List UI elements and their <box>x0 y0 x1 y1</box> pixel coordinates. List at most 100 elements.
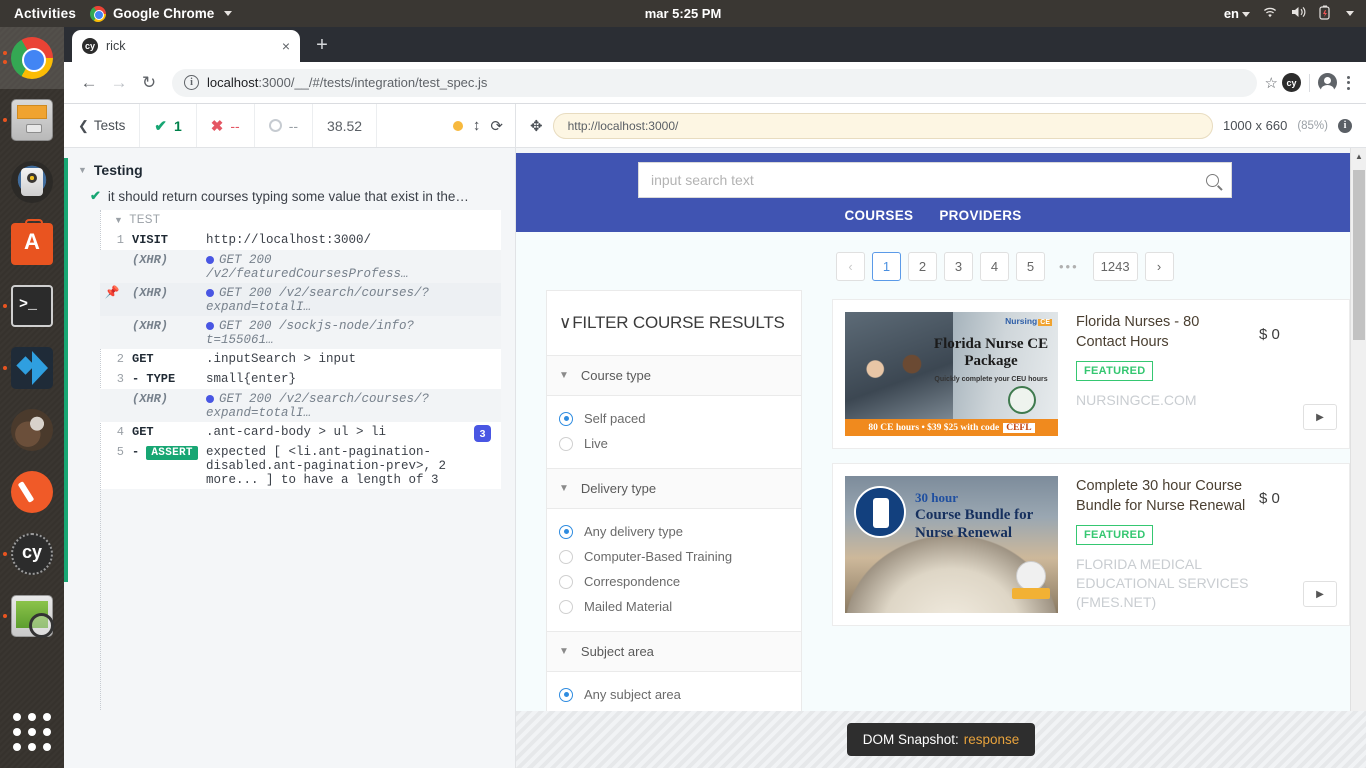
filter-option[interactable]: Any delivery type <box>547 519 801 544</box>
filter-option[interactable]: Any subject area <box>547 682 801 707</box>
rhythmbox-icon <box>11 161 53 203</box>
chevron-down-icon[interactable] <box>1346 11 1354 16</box>
course-go-button[interactable]: ▶ <box>1303 404 1337 430</box>
search-input[interactable]: input search text <box>638 162 1232 198</box>
aut-url-bar[interactable]: http://localhost:3000/ <box>552 112 1213 139</box>
dock-item-otter-browser[interactable] <box>0 399 64 461</box>
command-row[interactable]: 3 - TYPE small{enter} <box>100 369 501 389</box>
stat-duration: 38.52 <box>313 104 378 147</box>
radio-icon[interactable] <box>559 436 573 451</box>
chrome-menu-icon[interactable] <box>1341 75 1356 90</box>
dock-item-visual-studio-code[interactable] <box>0 337 64 399</box>
xhr-dot-icon <box>206 321 214 330</box>
dock-item-terminal[interactable] <box>0 275 64 337</box>
filter-option[interactable]: Mailed Material <box>547 594 801 619</box>
dock-item-google-chrome[interactable] <box>0 27 64 89</box>
course-card[interactable]: 30 hour Course Bundle for Nurse Renewal … <box>832 463 1350 626</box>
radio-icon[interactable] <box>559 549 573 564</box>
filter-option[interactable]: Computer-Based Training <box>547 544 801 569</box>
pagination-page-2[interactable]: 2 <box>908 252 937 281</box>
course-card[interactable]: Nursing CE Florida Nurse CE Package Quick… <box>832 299 1350 449</box>
app-menu-chrome[interactable]: Google Chrome <box>90 5 233 22</box>
command-row-pinned[interactable]: 📌 (XHR) GET 200 /v2/search/courses/?expa… <box>100 283 501 316</box>
battery-icon[interactable] <box>1319 5 1331 23</box>
volume-icon[interactable] <box>1290 5 1307 22</box>
scrollbar-thumb[interactable] <box>1353 170 1365 340</box>
radio-icon[interactable] <box>559 411 573 426</box>
filter-option[interactable]: Self paced <box>547 406 801 431</box>
dock-item-cypress[interactable] <box>0 523 64 585</box>
scroll-up-icon[interactable]: ▲ <box>1351 148 1366 164</box>
command-name: GET <box>132 352 154 366</box>
command-log[interactable]: ▼ Testing ✔ it should return courses typ… <box>64 148 515 768</box>
command-name: (XHR) <box>132 286 169 300</box>
radio-icon[interactable] <box>559 599 573 614</box>
command-result-count-badge: 3 <box>474 425 491 442</box>
resume-icon[interactable]: ↕ <box>473 117 481 134</box>
wifi-icon[interactable] <box>1262 6 1278 22</box>
search-icon[interactable] <box>1206 173 1219 187</box>
screenshot-icon <box>11 595 54 638</box>
nav-tab-providers[interactable]: PROVIDERS <box>939 208 1021 223</box>
filter-group-course-type[interactable]: ▼ Course type <box>547 355 801 396</box>
filter-option[interactable]: Live <box>547 431 801 456</box>
dock-item-files[interactable] <box>0 89 64 151</box>
radio-icon[interactable] <box>559 524 573 539</box>
running-indicator <box>3 60 7 64</box>
command-row[interactable]: (XHR) GET 200 /v2/featuredCoursesProfess… <box>100 250 501 283</box>
restart-tests-icon[interactable]: ⟳ <box>490 117 503 135</box>
filter-option[interactable]: Correspondence <box>547 569 801 594</box>
show-applications-button[interactable] <box>0 704 64 760</box>
pagination-page-3[interactable]: 3 <box>944 252 973 281</box>
dock-item-ubuntu-software[interactable] <box>0 213 64 275</box>
new-tab-button[interactable]: + <box>308 31 336 59</box>
keyboard-layout[interactable]: en <box>1224 6 1250 21</box>
running-indicator <box>3 304 7 308</box>
hook-label[interactable]: ▼ TEST <box>100 210 501 230</box>
info-icon[interactable]: i <box>1338 118 1352 133</box>
command-row-assert[interactable]: 5 - ASSERT expected [ <li.ant-pagination… <box>100 442 501 489</box>
nav-tab-courses[interactable]: COURSES <box>844 208 913 223</box>
pagination-ellipsis[interactable]: ••• <box>1052 252 1086 281</box>
app-main: ∨ FILTER COURSE RESULTS ▼ Course type Se… <box>516 232 1366 720</box>
reporter-footer <box>64 711 516 768</box>
pagination-next[interactable]: › <box>1144 252 1174 281</box>
radio-icon[interactable] <box>559 574 573 589</box>
back-button[interactable]: ← <box>74 68 104 98</box>
filter-group-delivery-type[interactable]: ▼ Delivery type <box>547 468 801 509</box>
command-name: (XHR) <box>132 319 169 333</box>
selector-playground-icon[interactable]: ✥ <box>530 117 543 135</box>
pagination-page-4[interactable]: 4 <box>980 252 1009 281</box>
course-go-button[interactable]: ▶ <box>1303 581 1337 607</box>
cypress-extension-icon[interactable]: cy <box>1282 73 1301 92</box>
avatar[interactable] <box>1318 73 1337 94</box>
filter-panel-title[interactable]: ∨ FILTER COURSE RESULTS <box>547 291 801 355</box>
command-row[interactable]: 2 GET .inputSearch > input <box>100 349 501 369</box>
filter-group-subject-area[interactable]: ▼ Subject area <box>547 631 801 672</box>
vscode-icon <box>11 347 53 389</box>
chrome-icon <box>90 5 107 22</box>
pagination-page-5[interactable]: 5 <box>1016 252 1045 281</box>
pagination-page-1[interactable]: 1 <box>872 252 901 281</box>
pagination-last-page[interactable]: 1243 <box>1092 252 1138 281</box>
command-row[interactable]: (XHR) GET 200 /v2/search/courses/?expand… <box>100 389 501 422</box>
address-bar[interactable]: i localhost:3000/__/#/tests/integration/… <box>172 68 1257 97</box>
dock-item-gimp[interactable] <box>0 461 64 523</box>
back-to-tests-button[interactable]: ❮ Tests <box>64 104 141 147</box>
close-icon[interactable]: × <box>282 39 290 53</box>
site-info-icon[interactable]: i <box>184 75 199 90</box>
command-row[interactable]: 1 VISIT http://localhost:3000/ <box>100 230 501 250</box>
radio-icon[interactable] <box>559 687 573 702</box>
test-title-row[interactable]: ✔ it should return courses typing some v… <box>64 182 515 210</box>
reload-button[interactable]: ↻ <box>134 68 164 98</box>
bookmark-star-icon[interactable]: ☆ <box>1265 74 1278 92</box>
command-row[interactable]: (XHR) GET 200 /sockjs-node/info?t=155061… <box>100 316 501 349</box>
activities-button[interactable]: Activities <box>14 6 76 21</box>
suite-title[interactable]: ▼ Testing <box>64 158 515 182</box>
dom-snapshot-pill[interactable]: DOM Snapshot: response <box>846 723 1036 756</box>
dock-item-screenshot[interactable] <box>0 585 64 647</box>
dock-item-rhythmbox[interactable] <box>0 151 64 213</box>
app-scrollbar[interactable]: ▲ ▼ <box>1350 148 1366 768</box>
command-row[interactable]: 4 GET .ant-card-body > ul > li 3 <box>100 422 501 442</box>
tab-rick[interactable]: cy rick × <box>72 30 300 62</box>
